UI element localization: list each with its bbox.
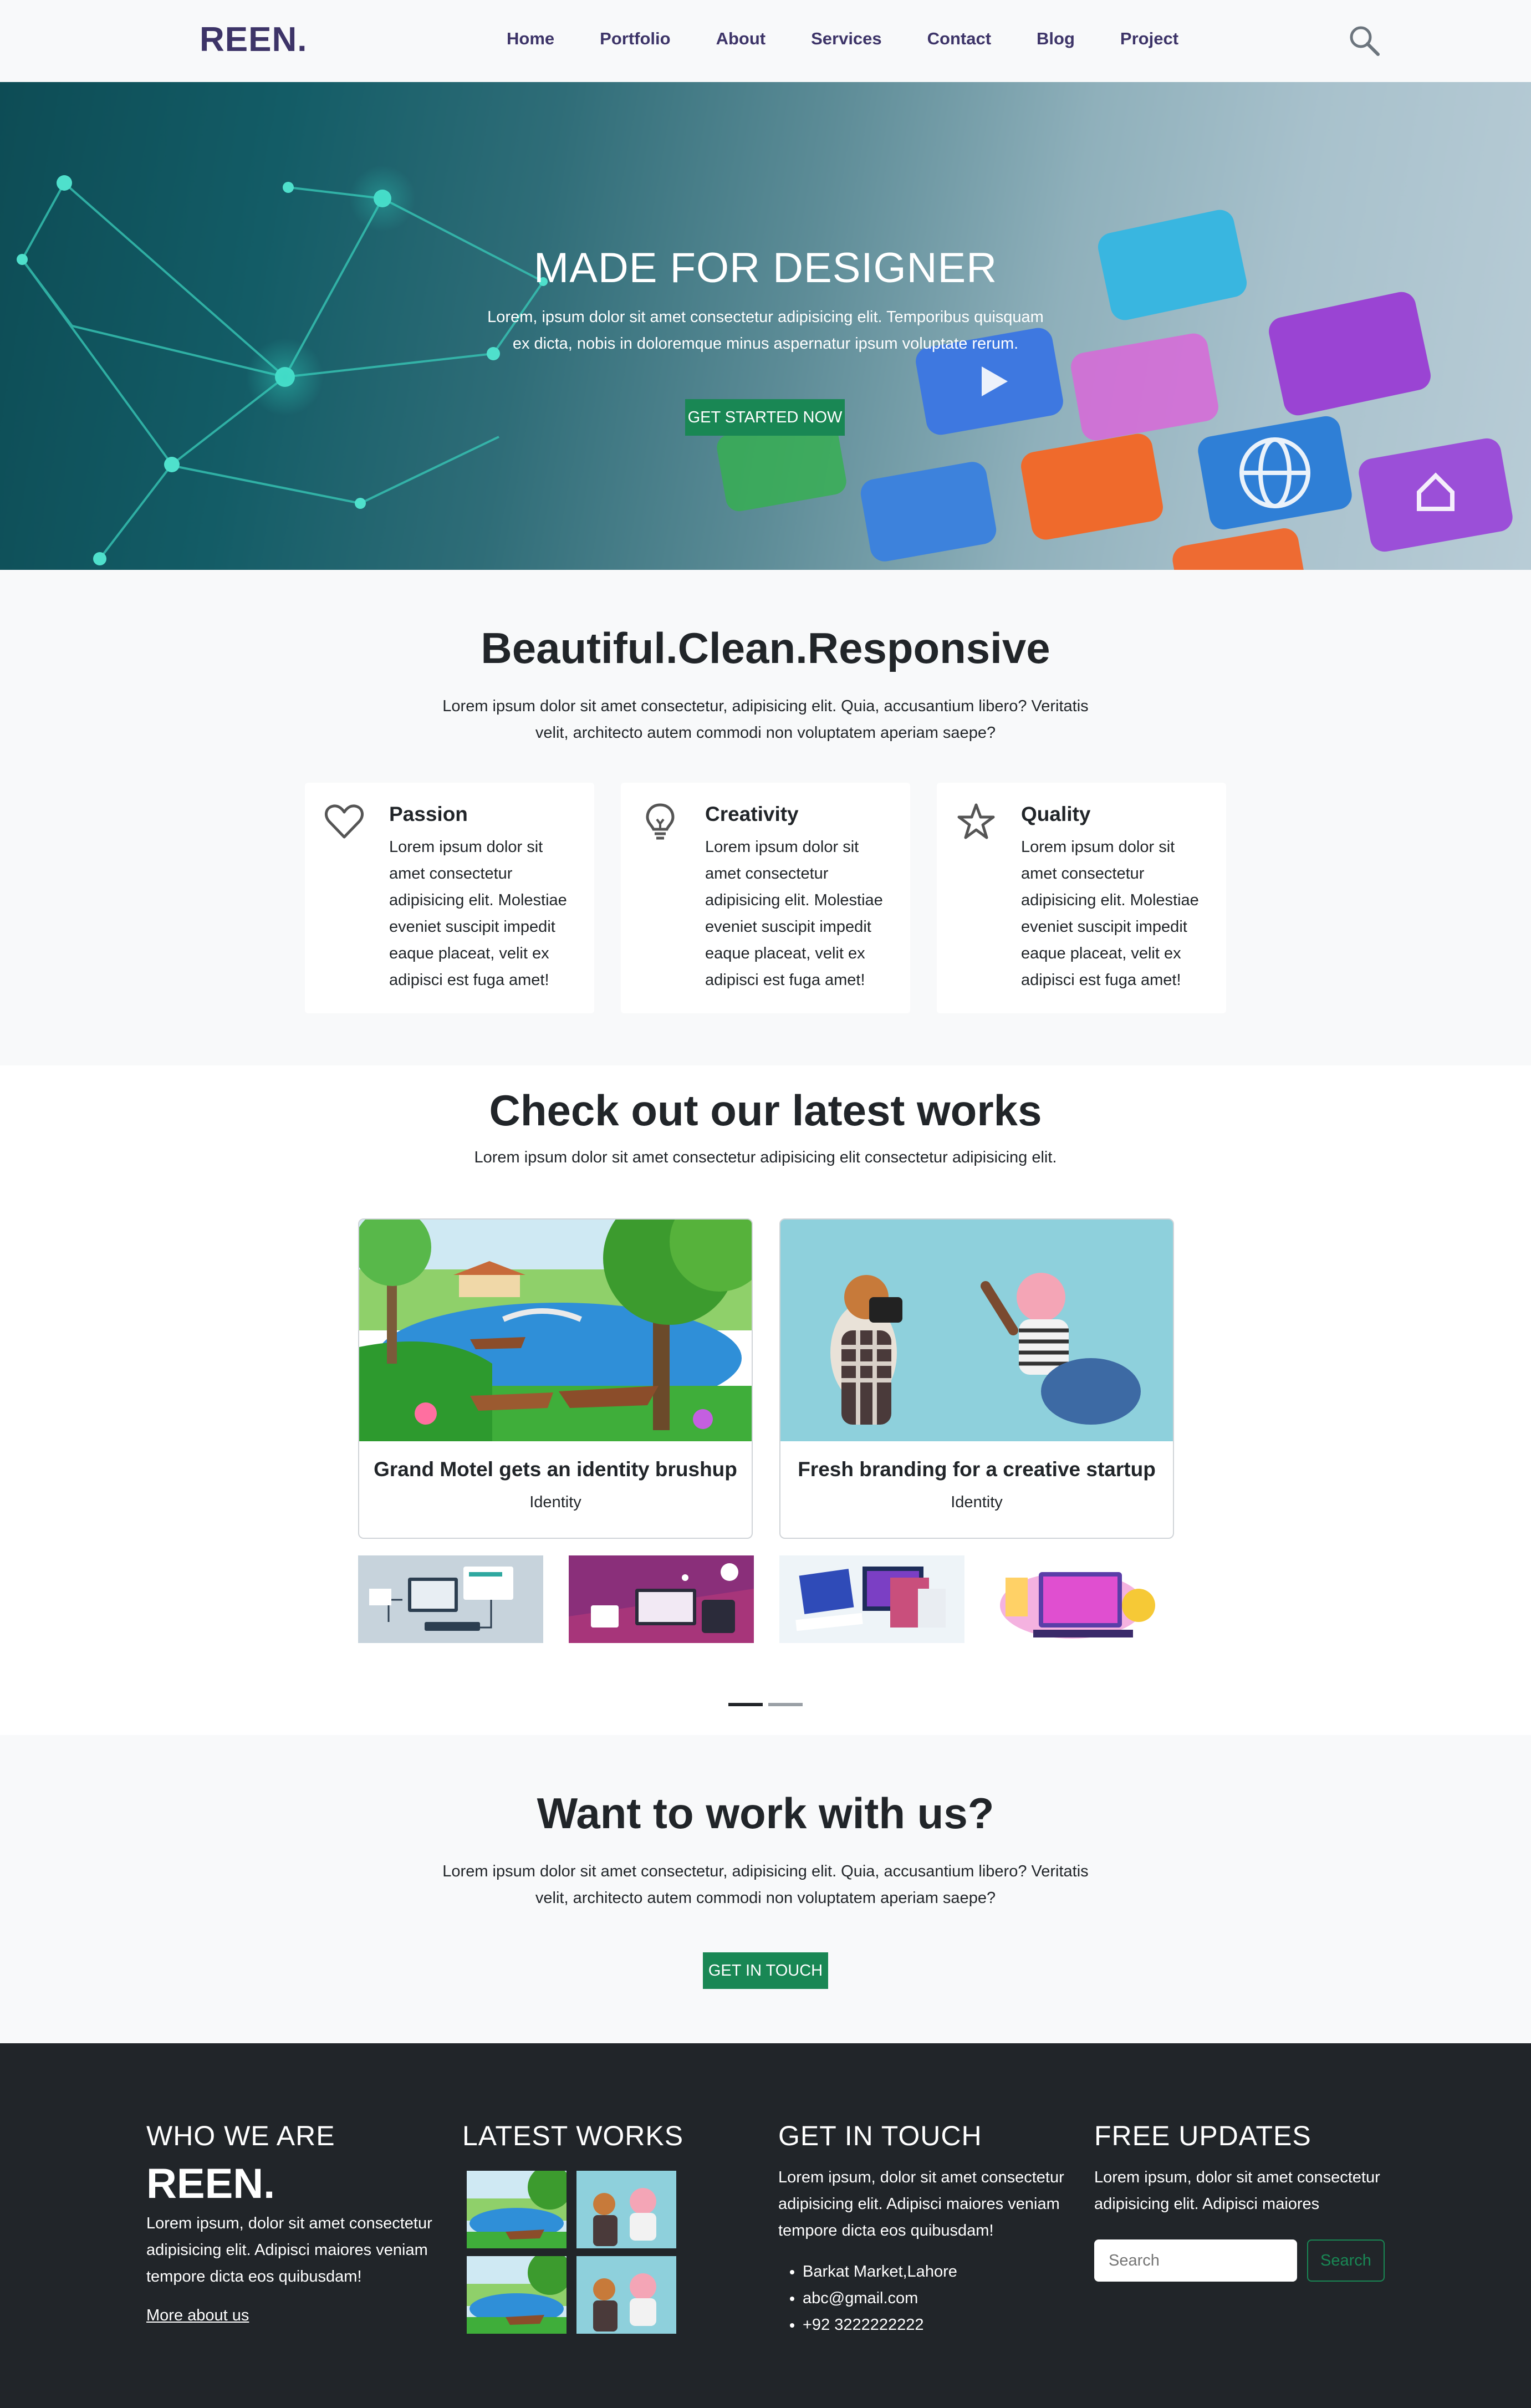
lightbulb-icon (646, 803, 675, 840)
work-card-grand-motel[interactable]: Grand Motel gets an identity brushup Ide… (358, 1218, 753, 1539)
features-section: Beautiful.Clean.Responsive Lorem ipsum d… (0, 570, 1531, 1065)
footer-heading: WHO WE ARE (146, 2120, 335, 2151)
brand-logo[interactable]: REEN. (200, 20, 307, 59)
footer-work-thumbnail[interactable] (467, 2256, 567, 2334)
work-thumbnail-screens[interactable] (779, 1555, 964, 1643)
works-text: Lorem ipsum dolor sit amet consectetur a… (474, 1149, 1057, 1166)
hero-title: MADE FOR DESIGNER (533, 244, 998, 292)
works-title: Check out our latest works (489, 1086, 1042, 1135)
footer-brand: REEN. (146, 2160, 275, 2207)
search-button[interactable]: Search (1307, 2239, 1385, 2282)
footer-who-we-are: WHO WE ARE REEN. Lorem ipsum, dolor sit … (146, 2120, 435, 2325)
carousel-indicator-1[interactable] (728, 1703, 763, 1706)
footer-text: Lorem ipsum, dolor sit amet consectetur … (146, 2215, 432, 2285)
feature-title: Passion (389, 803, 468, 825)
footer-latest-works: LATEST WORKS (462, 2120, 751, 2152)
feature-title: Creativity (705, 803, 799, 825)
features-title: Beautiful.Clean.Responsive (481, 624, 1050, 672)
features-text: Lorem ipsum dolor sit amet consectetur, … (442, 697, 1089, 742)
cta-text: Lorem ipsum dolor sit amet consectetur, … (442, 1863, 1089, 1907)
feature-text: Lorem ipsum dolor sit amet consectetur a… (705, 838, 883, 989)
landscape-painting-image (359, 1220, 752, 1441)
footer-work-thumbnail[interactable] (576, 2171, 676, 2248)
nav-link-home[interactable]: Home (507, 29, 554, 49)
nav-link-contact[interactable]: Contact (927, 29, 991, 49)
more-about-us-link[interactable]: More about us (146, 2307, 249, 2325)
feature-card-passion: Passion Lorem ipsum dolor sit amet conse… (305, 783, 594, 1013)
cta-title: Want to work with us? (537, 1789, 994, 1838)
footer-text: Lorem ipsum, dolor sit amet consectetur … (1094, 2169, 1380, 2213)
feature-title: Quality (1021, 803, 1091, 825)
nav-links: Home Portfolio About Services Contact Bl… (507, 29, 1224, 49)
cta-section: Want to work with us? Lorem ipsum dolor … (0, 1735, 1531, 2043)
get-in-touch-button[interactable]: GET IN TOUCH (703, 1952, 828, 1989)
kids-photographers-image (780, 1220, 1173, 1441)
footer-text: Lorem ipsum, dolor sit amet consectetur … (778, 2169, 1064, 2239)
footer-free-updates: FREE UPDATES Lorem ipsum, dolor sit amet… (1094, 2120, 1385, 2353)
contact-phone[interactable]: +92 3222222222 (803, 2312, 1066, 2338)
heart-icon (324, 804, 364, 839)
footer-work-thumbnail[interactable] (467, 2171, 567, 2248)
footer-heading: LATEST WORKS (462, 2120, 684, 2151)
work-title: Grand Motel gets an identity brushup (374, 1458, 737, 1481)
hero-text: Lorem, ipsum dolor sit amet consectetur … (487, 308, 1044, 353)
footer-heading: GET IN TOUCH (778, 2120, 982, 2151)
work-thumbnail-illustration[interactable] (989, 1555, 1174, 1643)
work-title: Fresh branding for a creative startup (798, 1458, 1156, 1481)
hero-section: MADE FOR DESIGNER Lorem, ipsum dolor sit… (0, 82, 1531, 570)
work-category: Identity (951, 1493, 1003, 1511)
nav-link-services[interactable]: Services (811, 29, 882, 49)
works-section: Check out our latest works Lorem ipsum d… (0, 1065, 1531, 1735)
work-category: Identity (529, 1493, 581, 1511)
work-thumbnail-computer-network[interactable] (358, 1555, 543, 1643)
search-icon[interactable] (1348, 24, 1380, 57)
footer-heading: FREE UPDATES (1094, 2120, 1311, 2151)
nav-link-project[interactable]: Project (1120, 29, 1178, 49)
star-icon (957, 803, 995, 839)
footer-get-in-touch: GET IN TOUCH Lorem ipsum, dolor sit amet… (778, 2120, 1066, 2338)
feature-text: Lorem ipsum dolor sit amet consectetur a… (389, 838, 567, 989)
search-input[interactable] (1094, 2239, 1297, 2282)
contact-list: Barkat Market,Lahore abc@gmail.com +92 3… (778, 2258, 1066, 2338)
nav-link-portfolio[interactable]: Portfolio (600, 29, 670, 49)
nav-link-about[interactable]: About (716, 29, 766, 49)
get-started-button[interactable]: GET STARTED NOW (685, 399, 845, 436)
work-card-fresh-branding[interactable]: Fresh branding for a creative startup Id… (779, 1218, 1174, 1539)
footer: WHO WE ARE REEN. Lorem ipsum, dolor sit … (0, 2043, 1531, 2408)
feature-text: Lorem ipsum dolor sit amet consectetur a… (1021, 838, 1199, 989)
nav-link-blog[interactable]: Blog (1037, 29, 1075, 49)
work-thumbnail-devices[interactable] (569, 1555, 754, 1643)
feature-card-quality: Quality Lorem ipsum dolor sit amet conse… (937, 783, 1226, 1013)
feature-card-creativity: Creativity Lorem ipsum dolor sit amet co… (621, 783, 910, 1013)
contact-email[interactable]: abc@gmail.com (803, 2285, 1066, 2312)
navbar: REEN. Home Portfolio About Services Cont… (0, 0, 1531, 82)
carousel-indicator-2[interactable] (768, 1703, 803, 1706)
contact-address: Barkat Market,Lahore (803, 2258, 1066, 2285)
footer-work-thumbnail[interactable] (576, 2256, 676, 2334)
